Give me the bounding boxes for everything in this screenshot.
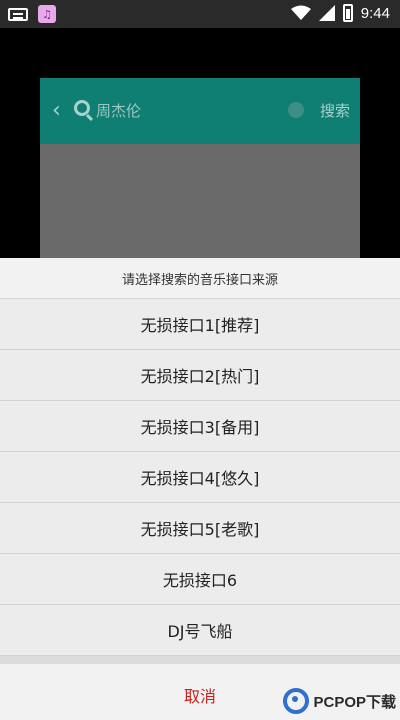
- pcpop-logo-icon: [283, 688, 310, 714]
- option-source-5[interactable]: 无损接口5[老歌]: [0, 503, 400, 554]
- search-icon: [74, 100, 90, 116]
- sheet-title: 请选择搜索的音乐接口来源: [0, 258, 400, 298]
- sheet-gap: [0, 656, 400, 664]
- search-toolbar: ‹ 周杰伦 搜索: [40, 78, 360, 144]
- option-source-6[interactable]: 无损接口6: [0, 554, 400, 605]
- back-icon[interactable]: ‹: [52, 98, 61, 123]
- signal-icon: [318, 5, 335, 21]
- watermark: PCPOP下载: [283, 688, 396, 714]
- music-app-icon: ♫: [38, 5, 56, 23]
- option-dj-ship[interactable]: DJ号飞船: [0, 605, 400, 656]
- keyboard-icon: [8, 7, 28, 21]
- search-input[interactable]: 周杰伦: [96, 100, 141, 121]
- option-source-4[interactable]: 无损接口4[悠久]: [0, 452, 400, 503]
- option-source-3[interactable]: 无损接口3[备用]: [0, 401, 400, 452]
- status-time: 9:44: [360, 4, 390, 22]
- clear-icon[interactable]: [288, 102, 304, 118]
- source-selection-sheet: 请选择搜索的音乐接口来源 无损接口1[推荐] 无损接口2[热门] 无损接口3[备…: [0, 258, 400, 720]
- dimmed-content: [40, 144, 360, 258]
- wifi-icon: [290, 5, 311, 20]
- background-search-screen: ‹ 周杰伦 搜索: [40, 78, 360, 258]
- option-source-2[interactable]: 无损接口2[热门]: [0, 350, 400, 401]
- search-button[interactable]: 搜索: [320, 100, 350, 121]
- watermark-text: PCPOP下载: [313, 693, 396, 711]
- status-bar: ♫ 9:44: [0, 0, 400, 28]
- option-source-1[interactable]: 无损接口1[推荐]: [0, 299, 400, 350]
- battery-icon: [342, 4, 353, 22]
